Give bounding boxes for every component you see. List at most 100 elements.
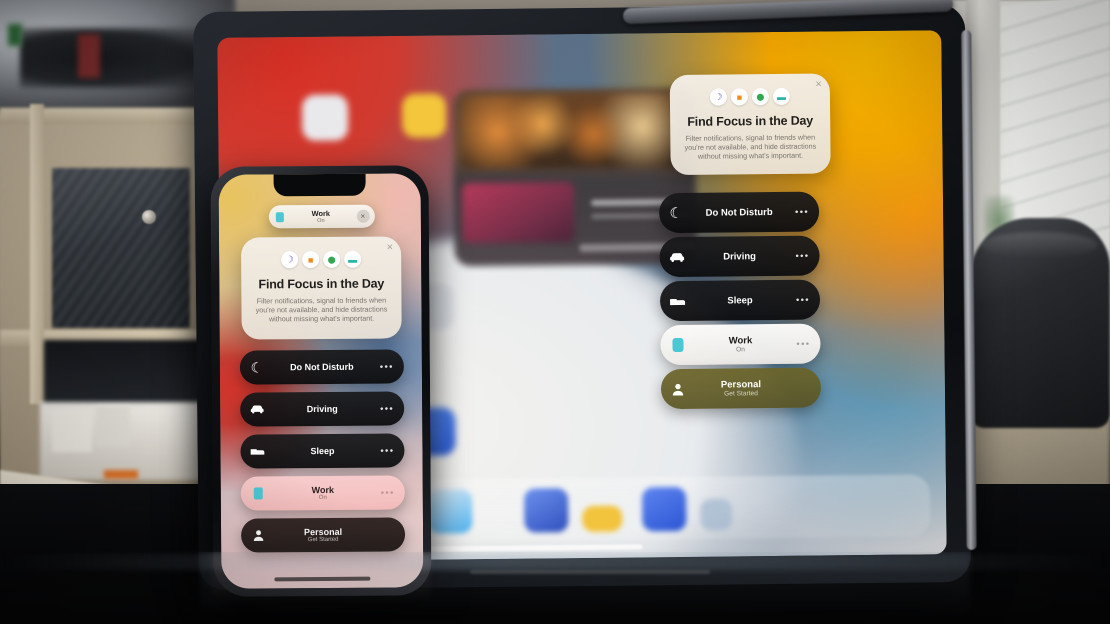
running-person-icon: ⬤ [751, 88, 769, 106]
more-options-icon[interactable]: ••• [371, 487, 405, 497]
focus-option-text: Work On [694, 335, 786, 354]
iphone-reflection [212, 552, 430, 602]
briefcase-icon [241, 487, 275, 500]
briefcase-icon [269, 211, 291, 222]
focus-sheet-title: Find Focus in the Day [258, 276, 385, 292]
orange-object [104, 470, 138, 479]
focus-option-text: Sleep [274, 446, 370, 457]
bed-icon [240, 446, 274, 456]
focus-header-icons: ☽ ■ ⬤ ▬ [670, 87, 830, 106]
home-icon-notes[interactable] [401, 93, 447, 138]
focus-sheet-description: Filter notifications, signal to friends … [255, 295, 388, 324]
focus-option-status: On [318, 494, 327, 502]
focus-option-text: Personal Get Started [275, 527, 371, 544]
focus-option-label: Driving [306, 403, 338, 415]
focus-option-status: Get Started [307, 536, 339, 544]
work-badge-icon: ■ [730, 88, 749, 106]
focus-status-text: Work On [291, 209, 351, 224]
white-box-b [96, 406, 130, 446]
focus-option-label: Driving [723, 250, 756, 263]
focus-sheet-title: Find Focus in the Day [687, 113, 814, 129]
briefcase-icon [660, 337, 694, 353]
more-options-icon[interactable]: ••• [370, 361, 404, 371]
photo-scene: Photos × ☽ ■ ⬤ ▬ [0, 0, 1110, 624]
dock-icon-messages[interactable] [428, 489, 473, 534]
focus-option-sleep[interactable]: Sleep ••• [240, 433, 405, 469]
focus-option-status: On [736, 346, 745, 354]
focus-option-sleep[interactable]: Sleep ••• [659, 279, 821, 322]
focus-option-text: Do Not Disturb [274, 362, 370, 373]
focus-header-icons: ☽ ■ ⬤ ▬ [241, 250, 401, 269]
dock-icon-files[interactable] [524, 488, 569, 533]
close-icon-wrap[interactable]: × [351, 209, 375, 223]
more-options-icon[interactable]: ••• [786, 251, 820, 261]
ipad-focus-intro-card: × ☽ ■ ⬤ ▬ Find Focus in the Day Filter n… [669, 73, 831, 176]
lego-red-part [78, 34, 100, 78]
moon-icon: ☽ [281, 251, 299, 269]
focus-option-work[interactable]: Work On ••• [660, 323, 821, 366]
focus-option-label: Do Not Disturb [290, 361, 354, 373]
close-icon[interactable]: × [387, 241, 394, 253]
focus-status-label: Work [311, 208, 331, 219]
more-options-icon[interactable]: ••• [786, 339, 820, 349]
white-box-a [52, 410, 92, 452]
widget-artwork [460, 92, 688, 170]
widget-thumbnail [461, 182, 575, 244]
bed-icon: ▬ [344, 250, 362, 268]
focus-option-do-not-disturb[interactable]: ☾ Do Not Disturb ••• [239, 349, 405, 385]
desk-reflection [0, 552, 1110, 624]
car-icon [240, 404, 274, 414]
focus-option-text: Work On [275, 485, 371, 502]
focus-option-personal[interactable]: Personal Get Started [660, 367, 822, 410]
focus-option-label: Sleep [727, 294, 753, 306]
shelf-post-left [30, 104, 44, 404]
more-options-icon[interactable]: ••• [370, 445, 404, 455]
focus-status-pill[interactable]: Work On × [268, 204, 375, 229]
focus-option-label: Do Not Disturb [705, 206, 773, 219]
lego-model-shadow [20, 28, 210, 88]
focus-option-driving[interactable]: Driving ••• [240, 391, 405, 427]
focus-option-status: Get Started [724, 390, 758, 398]
lego-green-part [8, 24, 22, 46]
moon-icon: ☽ [709, 88, 728, 106]
focus-option-driving[interactable]: Driving ••• [659, 235, 820, 278]
reflection-highlight [470, 570, 710, 574]
focus-sheet-description: Filter notifications, signal to friends … [684, 132, 817, 162]
focus-option-personal[interactable]: Personal Get Started [240, 517, 406, 553]
focus-option-label: Sleep [310, 445, 335, 457]
close-icon[interactable]: × [815, 78, 822, 90]
iphone-device: Work On × × ☽ ■ ⬤ ▬ Find Focus in the Da… [210, 165, 432, 597]
shelf-cubby [44, 340, 204, 408]
dock-icon-recent[interactable] [700, 498, 733, 531]
focus-option-do-not-disturb[interactable]: ☾ Do Not Disturb ••• [658, 191, 820, 234]
focus-option-text: Sleep [694, 294, 786, 306]
focus-option-text: Driving [274, 404, 370, 415]
person-icon [241, 529, 275, 541]
moon-icon: ☾ [669, 204, 683, 223]
bed-icon [660, 295, 694, 306]
running-person-icon: ⬤ [323, 250, 341, 268]
basket-eyelet [142, 210, 156, 224]
iphone-notch [273, 173, 366, 197]
home-icon-settings[interactable] [301, 94, 349, 141]
dock-icon-safari[interactable] [641, 486, 687, 532]
focus-option-label: Personal [304, 526, 343, 538]
storage-basket [52, 168, 190, 328]
focus-option-text: Personal Get Started [695, 379, 787, 398]
iphone-focus-intro-card: × ☽ ■ ⬤ ▬ Find Focus in the Day Filter n… [240, 236, 402, 340]
more-options-icon[interactable]: ••• [785, 207, 819, 217]
person-icon [661, 382, 695, 396]
close-icon[interactable]: × [356, 209, 370, 223]
focus-option-work[interactable]: Work On ••• [240, 475, 405, 511]
dock-icon-notes[interactable] [582, 505, 623, 533]
iphone-screen: Work On × × ☽ ■ ⬤ ▬ Find Focus in the Da… [218, 173, 424, 589]
more-options-icon[interactable]: ••• [370, 403, 404, 413]
moon-icon: ☾ [250, 358, 264, 375]
more-options-icon[interactable]: ••• [786, 295, 820, 305]
chair-highlight [980, 232, 1098, 258]
focus-option-label: Work [311, 484, 334, 496]
work-badge-icon: ■ [302, 251, 320, 269]
focus-option-text: Driving [694, 250, 786, 262]
car-icon [660, 251, 694, 262]
focus-option-text: Do Not Disturb [693, 206, 785, 218]
